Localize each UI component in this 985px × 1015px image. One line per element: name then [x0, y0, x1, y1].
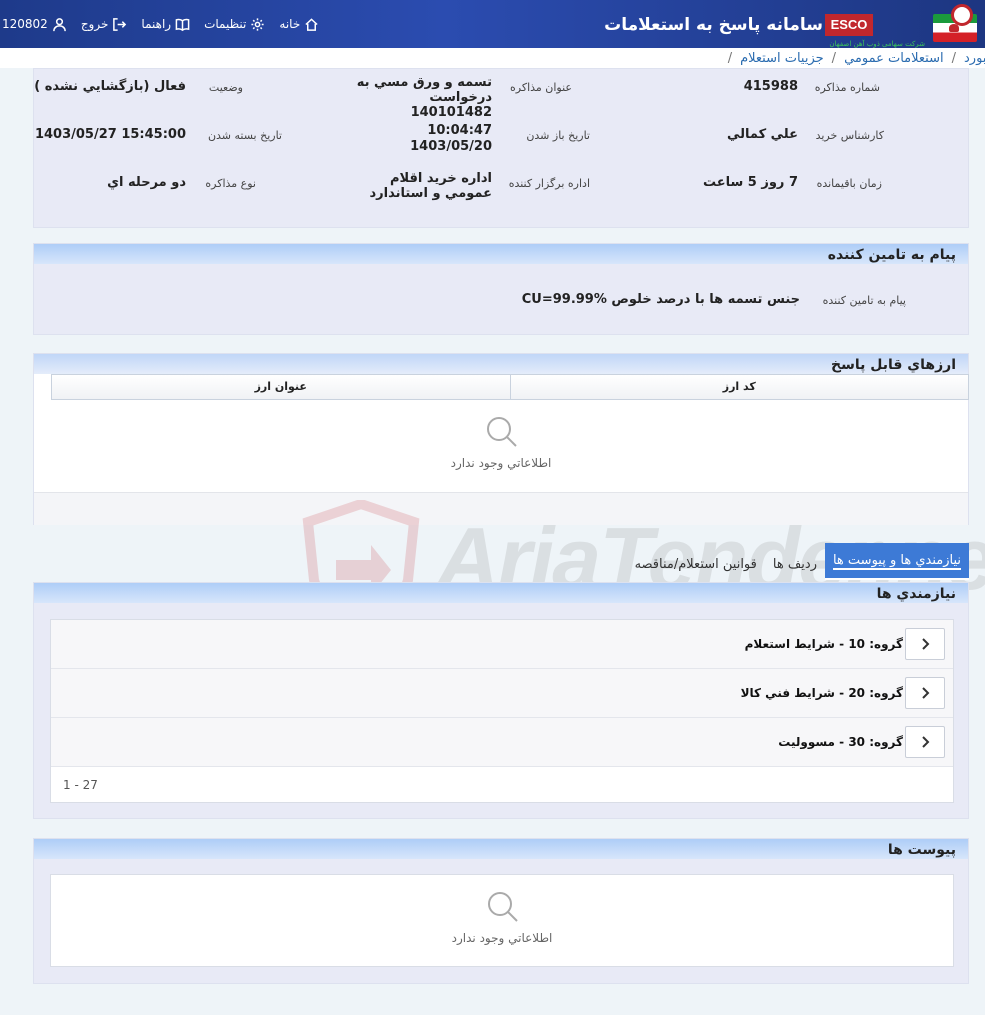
chevron-right-icon	[922, 687, 930, 699]
home-label: خانه	[279, 17, 301, 31]
settings-button[interactable]: تنظيمات	[204, 17, 265, 32]
remaining-time-label: زمان باقيمانده	[816, 177, 882, 190]
breadcrumb: داشبورد / استعلامات عمومي / جزييات استعل…	[0, 48, 985, 68]
search-icon	[487, 417, 517, 447]
detail-tabs: نيازمندي ها و پيوست ها رديف ها قوانين اس…	[600, 543, 969, 580]
currency-title: ارزهاي قابل پاسخ	[34, 354, 968, 374]
status-label: وضعيت	[208, 81, 243, 94]
supplier-message-label: پيام به تامين کننده	[822, 294, 906, 307]
exit-label: خروج	[80, 17, 109, 31]
user-menu[interactable]: 120802	[2, 17, 67, 32]
status-value: فعال (بازگشايي نشده )	[34, 79, 186, 94]
negotiation-type-value: دو مرحله اي	[107, 175, 186, 190]
top-nav: 120802 خروج راهنما تنظيمات خانه	[0, 0, 319, 48]
tab-requirements-attachments[interactable]: نيازمندي ها و پيوست ها	[824, 543, 969, 580]
currency-table-header: کد ارز عنوان ارز	[51, 374, 969, 400]
buyer-expert-label: کارشناس خريد	[815, 129, 884, 142]
home-button[interactable]: خانه	[279, 17, 319, 32]
requirements-title: نيازمندي ها	[34, 583, 968, 603]
column-header-currency-code[interactable]: کد ارز	[509, 375, 969, 399]
chevron-right-icon	[922, 736, 930, 748]
settings-label: تنظيمات	[204, 17, 247, 31]
breadcrumb-separator: /	[831, 50, 837, 66]
attachments-panel: پيوست ها اطلاعاتي وجود ندارد	[33, 838, 969, 984]
list-item: گروه: 20 - شرايط فني کالا	[51, 669, 953, 718]
requirements-panel: نيازمندي ها گروه: 10 - شرايط استعلام گرو…	[33, 582, 969, 819]
breadcrumb-inquiry-details[interactable]: جزييات استعلام	[740, 51, 824, 66]
currency-empty-text: اطلاعاتي وجود ندارد	[450, 456, 552, 470]
breadcrumb-separator: /	[951, 50, 956, 66]
negotiation-number-value: 415988	[743, 79, 798, 94]
currency-panel: ارزهاي قابل پاسخ کد ارز عنوان ارز اطلاعا…	[33, 353, 969, 525]
system-title: سامانه پاسخ به استعلامات	[604, 15, 823, 35]
expand-button[interactable]	[905, 628, 945, 660]
user-icon	[52, 17, 66, 31]
book-icon	[175, 18, 190, 31]
esco-logo: ESCO	[825, 14, 873, 36]
expand-button[interactable]	[905, 726, 945, 758]
tab-rows[interactable]: رديف ها	[765, 557, 825, 580]
supplier-message-panel: پيام به تامين کننده پيام به تامين کننده …	[33, 243, 969, 335]
column-header-currency-title[interactable]: عنوان ارز	[52, 375, 510, 399]
group-label: گروه: 30 - مسووليت	[778, 735, 903, 749]
negotiation-title-value: تسمه و ورق مسي به درخواست 140101482	[356, 75, 492, 120]
breadcrumb-public-inquiries[interactable]: استعلامات عمومي	[844, 51, 944, 66]
currency-table-footer	[34, 492, 968, 525]
list-item: گروه: 10 - شرايط استعلام	[51, 620, 953, 669]
supplier-message-value: جنس تسمه ها با درصد خلوص CU=99.99%	[521, 292, 800, 307]
tab-rules[interactable]: قوانين استعلام/مناقصه	[627, 557, 765, 580]
inquiry-info-panel: شماره مذاکره 415988 عنوان مذاکره تسمه و …	[33, 68, 969, 228]
negotiation-title-label: عنوان مذاکره	[510, 81, 572, 94]
attachments-empty-text: اطلاعاتي وجود ندارد	[451, 931, 553, 945]
tab-requirements-attachments-label: نيازمندي ها و پيوست ها	[832, 553, 961, 570]
attachments-title: پيوست ها	[34, 839, 968, 859]
organizer-label: اداره برگزار کننده	[508, 177, 590, 190]
open-date-label: تاريخ باز شدن	[526, 129, 590, 142]
gear-icon	[251, 17, 264, 31]
expand-button[interactable]	[905, 677, 945, 709]
open-date-value: 1403/05/20	[410, 139, 492, 154]
company-emblem-icon	[951, 4, 973, 26]
close-date-label: تاريخ بسته شدن	[207, 129, 282, 142]
remaining-time-value: 7 روز 5 ساعت	[702, 175, 798, 190]
list-item: گروه: 30 - مسووليت	[51, 718, 953, 767]
top-header: ESCO شرکت سهامی ذوب آهن اصفهان سامانه پا…	[0, 0, 985, 48]
organizer-value: اداره خريد اقلام عمومي و استاندارد	[369, 171, 492, 201]
help-button[interactable]: راهنما	[141, 17, 190, 32]
home-icon	[305, 17, 318, 31]
negotiation-type-label: نوع مذاکره	[205, 177, 256, 190]
search-icon	[488, 892, 518, 922]
breadcrumb-dashboard[interactable]: داشبورد	[964, 51, 985, 66]
supplier-message-title: پيام به تامين کننده	[34, 244, 968, 264]
help-label: راهنما	[141, 17, 172, 31]
company-logo: ESCO شرکت سهامی ذوب آهن اصفهان	[825, 4, 977, 48]
requirements-list: گروه: 10 - شرايط استعلام گروه: 20 - شراي…	[50, 619, 954, 803]
group-label: گروه: 10 - شرايط استعلام	[744, 637, 903, 651]
negotiation-number-label: شماره مذاکره	[814, 81, 880, 94]
chevron-right-icon	[922, 638, 930, 650]
attachments-empty-state: اطلاعاتي وجود ندارد	[51, 889, 953, 945]
close-date-value: 1403/05/27 15:45:00	[34, 127, 186, 142]
breadcrumb-separator: /	[727, 50, 733, 66]
buyer-expert-value: علي کمالي	[726, 127, 798, 142]
open-time-value: 10:04:47	[427, 123, 492, 138]
user-id: 120802	[2, 17, 48, 31]
exit-button[interactable]: خروج	[81, 17, 128, 32]
currency-empty-state: اطلاعاتي وجود ندارد	[34, 414, 968, 470]
group-label: گروه: 20 - شرايط فني کالا	[740, 686, 903, 700]
pager-info: 1 - 27	[63, 778, 98, 792]
esco-logo-subtext: شرکت سهامی ذوب آهن اصفهان	[829, 40, 925, 48]
logout-icon	[113, 17, 127, 31]
attachments-list: اطلاعاتي وجود ندارد	[50, 874, 954, 967]
